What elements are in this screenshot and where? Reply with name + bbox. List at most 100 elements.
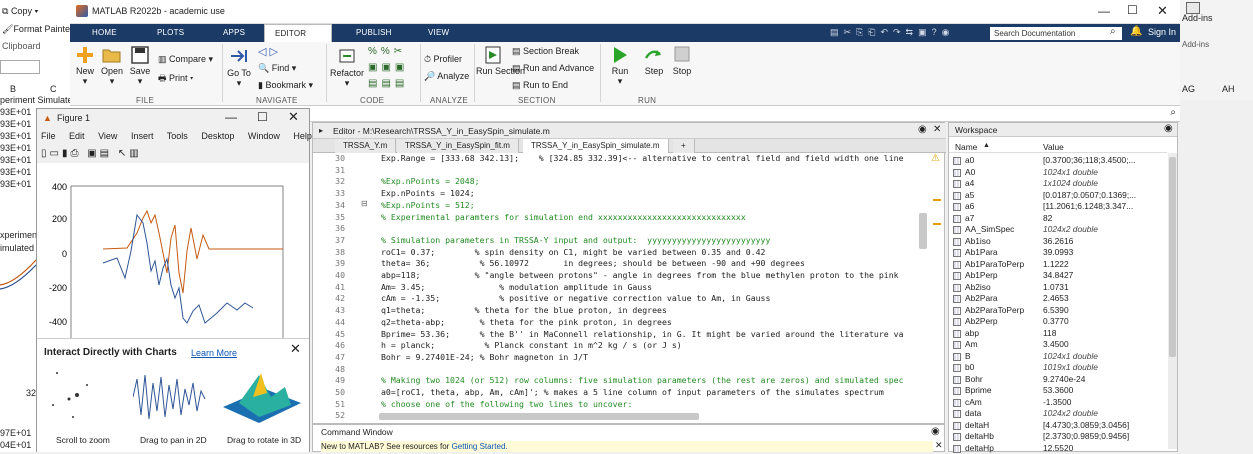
code-tools-row-2-icon[interactable]: ▣▣▣	[368, 62, 408, 73]
editor-tab-simulate[interactable]: TRSSA_Y_in_EasySpin_simulate.m	[523, 139, 669, 153]
workspace-variable-row[interactable]: a5[0.0187;0.0507;0.1369;...	[949, 190, 1167, 202]
code-line[interactable]: 49% Making two 1024 (or 512) row columns…	[313, 375, 918, 387]
cell[interactable]: 93E+01	[0, 179, 31, 189]
workspace-variable-row[interactable]: data1024x2 double	[949, 408, 1167, 420]
workspace-variable-row[interactable]: a41x1024 double	[949, 178, 1167, 190]
cell[interactable]: 97E+01	[0, 428, 31, 438]
learn-more-link[interactable]: Learn More	[191, 348, 237, 358]
warning-marker[interactable]	[933, 223, 941, 225]
figure-menu-view[interactable]: View	[98, 131, 117, 141]
figure-menu-desktop[interactable]: Desktop	[201, 131, 234, 141]
tab-view[interactable]: VIEW	[418, 24, 459, 42]
workspace-variable-row[interactable]: Ab1Para39.0993	[949, 247, 1167, 259]
code-line[interactable]: 47Bohr = 9.27401E-24; % Bohr magneton in…	[313, 352, 918, 364]
goto-button[interactable]: Go To▾	[226, 48, 252, 89]
tab-plots[interactable]: PLOTS	[147, 24, 194, 42]
new-tab-button[interactable]: +	[673, 139, 695, 153]
save-button[interactable]: Save▾	[128, 46, 152, 87]
code-line[interactable]: 46h = planck; % Planck constant in m^2 k…	[313, 340, 918, 352]
bell-icon[interactable]: 🔔	[1130, 26, 1142, 37]
search-documentation-input[interactable]: Search Documentation	[990, 27, 1122, 40]
workspace-variable-row[interactable]: Ab2Perp0.3770	[949, 316, 1167, 328]
figure-plot[interactable]: 400 200 0 -200 -400	[37, 163, 309, 341]
fold-marker-icon[interactable]: ⊟	[361, 199, 368, 208]
maximize-icon[interactable]: ☐	[1127, 3, 1138, 17]
code-line[interactable]: 32%Exp.nPoints = 2048;	[313, 176, 918, 188]
workspace-variable-row[interactable]: b01019x1 double	[949, 362, 1167, 374]
workspace-variable-row[interactable]: Bprime53.3600	[949, 385, 1167, 397]
name-box[interactable]	[0, 60, 40, 74]
quick-access-toolbar[interactable]: ▤✂⎘⎗↶↷⇆▣?◉	[830, 27, 980, 39]
popup-close-icon[interactable]: ✕	[290, 341, 301, 357]
workspace-variable-row[interactable]: a6[11.2061;6.1248;3.347...	[949, 201, 1167, 213]
figure-menu-window[interactable]: Window	[248, 131, 280, 141]
run-and-advance-button[interactable]: ▤ Run and Advance	[512, 63, 594, 74]
run-section-button[interactable]: Run Section	[476, 46, 510, 76]
editor-close-icon[interactable]: ✕	[933, 124, 941, 135]
figure-menu-file[interactable]: File	[41, 131, 56, 141]
code-line[interactable]: 41Am= 3.45; % modulation amplitude in Ga…	[313, 282, 918, 294]
sort-asc-icon[interactable]: ▲	[983, 142, 990, 149]
figure-menu-help[interactable]: Help	[293, 131, 312, 141]
figure-maximize-icon[interactable]: ☐	[257, 110, 268, 124]
workspace-variable-row[interactable]: A01024x1 double	[949, 167, 1167, 179]
editor-collapse-icon[interactable]: ▸	[319, 126, 323, 135]
cell[interactable]: 93E+01	[0, 167, 31, 177]
code-line[interactable]: 33Exp.nPoints = 1024;	[313, 188, 918, 200]
cell[interactable]: 04E+01	[0, 440, 31, 450]
workspace-variable-row[interactable]: Ab2Para2.4653	[949, 293, 1167, 305]
code-line[interactable]: 36	[313, 223, 918, 235]
tab-apps[interactable]: APPS	[213, 24, 255, 42]
cell[interactable]: 93E+01	[0, 107, 31, 117]
code-line[interactable]: 30Exp.Range = [333.68 342.13]; % [324.85…	[313, 153, 918, 165]
workspace-options-icon[interactable]: ◉	[1164, 123, 1173, 134]
workspace-variable-row[interactable]: Bohr9.2740e-24	[949, 374, 1167, 386]
workspace-variable-row[interactable]: deltaHb[2.3730;0.9859;0.9456]	[949, 431, 1167, 443]
tab-publish[interactable]: PUBLISH	[346, 24, 402, 42]
profiler-button[interactable]: ⏱ Profiler	[424, 54, 462, 65]
code-line[interactable]: 37% Simulation parameters in TRSSA-Y inp…	[313, 235, 918, 247]
print-button[interactable]: 🖶 Print ▾	[158, 71, 193, 87]
code-line[interactable]: 44q2=theta-abp; % theta for the pink pro…	[313, 317, 918, 329]
figure-axes-area[interactable]: 400 200 0 -200 -400	[37, 163, 309, 341]
open-button[interactable]: Open▾	[100, 46, 124, 87]
workspace-scrollbar-track[interactable]	[1168, 153, 1177, 449]
run-button[interactable]: Run▾	[608, 46, 632, 87]
figure-toolbar[interactable]: ▯▭▮⎙ ▣▤ ↖▥	[41, 148, 142, 159]
workspace-variable-row[interactable]: Ab2iso1.0731	[949, 282, 1167, 294]
run-to-end-button[interactable]: ▤ Run to End	[512, 80, 568, 91]
code-area[interactable]: 30Exp.Range = [333.68 342.13]; % [324.85…	[313, 153, 946, 419]
cell[interactable]: 93E+01	[0, 119, 31, 129]
bookmark-button[interactable]: ▮ Bookmark ▾	[258, 80, 313, 91]
back-forward-arrows-icon[interactable]: ◁ ▷	[258, 45, 278, 58]
workspace-variable-row[interactable]: Ab2ParaToPerp6.5390	[949, 305, 1167, 317]
workspace-variable-row[interactable]: Ab1ParaToPerp1.1222	[949, 259, 1167, 271]
cell[interactable]: periment Simulated	[0, 95, 78, 105]
workspace-variable-row[interactable]: B1024x1 double	[949, 351, 1167, 363]
code-tools-row-1-icon[interactable]: %%✂	[368, 46, 406, 57]
figure-close-icon[interactable]: ✕	[288, 109, 299, 125]
sign-in-link[interactable]: Sign In	[1148, 27, 1176, 37]
analyze-button[interactable]: 🔎 Analyze	[424, 71, 469, 82]
code-line[interactable]: 38roC1= 0.37; % spin density on C1, migh…	[313, 247, 918, 259]
new-button[interactable]: New▾	[74, 46, 96, 87]
section-break-button[interactable]: ▤ Section Break	[512, 46, 579, 57]
workspace-variable-row[interactable]: a782	[949, 213, 1167, 225]
vertical-scrollbar[interactable]	[919, 213, 927, 249]
code-line[interactable]: 50a0=[roC1, theta, abp, Am, cAm]'; % mak…	[313, 387, 918, 399]
code-line[interactable]: 35% Experimental paramters for simulatio…	[313, 212, 918, 224]
editor-tab-trssa-y[interactable]: TRSSA_Y.m	[335, 139, 396, 153]
getting-started-link[interactable]: Getting Started.	[452, 442, 508, 451]
code-line[interactable]: 51% choose one of the following two line…	[313, 399, 918, 411]
tab-editor[interactable]: EDITOR	[264, 24, 332, 42]
code-line[interactable]: 45Bprime= 53.36; % the B'' in MaConnell …	[313, 329, 918, 341]
workspace-variable-row[interactable]: Am3.4500	[949, 339, 1167, 351]
code-line[interactable]: 34%Exp.nPoints = 512;	[313, 200, 918, 212]
addins-button[interactable]: Add-ins	[1182, 13, 1213, 23]
workspace-variable-row[interactable]: cAm-1.3500	[949, 397, 1167, 409]
workspace-variable-row[interactable]: deltaH[4.4730;3.0859;3.0456]	[949, 420, 1167, 432]
command-window[interactable]: Command Window ◉ New to MATLAB? See reso…	[312, 424, 945, 452]
workspace-variable-row[interactable]: a0[0.3700;36;118;3.4500;...	[949, 155, 1167, 167]
tab-home[interactable]: HOME	[82, 24, 127, 42]
command-window-options-icon[interactable]: ◉	[931, 426, 940, 437]
